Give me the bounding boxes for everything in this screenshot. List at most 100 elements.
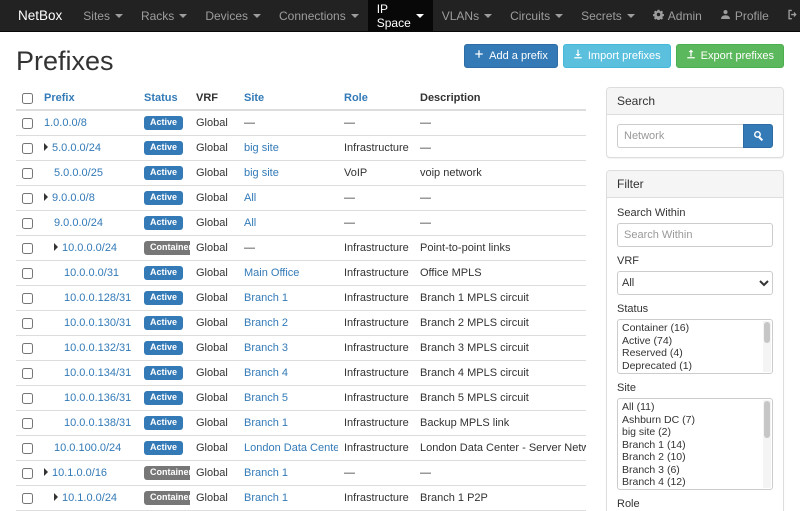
row-checkbox[interactable] — [22, 268, 33, 279]
scrollbar[interactable] — [763, 400, 771, 488]
prefix-link[interactable]: 10.0.100.0/24 — [54, 442, 121, 454]
row-checkbox[interactable] — [22, 293, 33, 304]
nav-item-connections[interactable]: Connections — [270, 0, 368, 31]
site-link[interactable]: Branch 5 — [244, 392, 288, 404]
row-checkbox[interactable] — [22, 493, 33, 504]
nav-item-label: Racks — [141, 9, 174, 23]
prefix-link[interactable]: 10.0.0.0/31 — [64, 267, 119, 279]
site-link[interactable]: Branch 1 — [244, 417, 288, 429]
row-checkbox[interactable] — [22, 368, 33, 379]
prefix-link[interactable]: 10.0.0.128/31 — [64, 292, 131, 304]
row-checkbox[interactable] — [22, 443, 33, 454]
search-input[interactable] — [617, 124, 743, 148]
vrf-select[interactable]: All — [617, 271, 773, 295]
site-link[interactable]: big site — [244, 142, 279, 154]
role-cell: Infrastructure — [338, 286, 414, 311]
row-checkbox[interactable] — [22, 193, 33, 204]
prefix-link[interactable]: 5.0.0.0/24 — [52, 142, 101, 154]
prefix-link[interactable]: 10.1.0.0/16 — [52, 467, 107, 479]
site-link[interactable]: Main Office — [244, 267, 299, 279]
row-checkbox[interactable] — [22, 468, 33, 479]
status-badge: Active — [144, 191, 183, 205]
site-link[interactable]: Branch 4 — [244, 367, 288, 379]
column-header-site[interactable]: Site — [238, 87, 338, 110]
filter-option[interactable]: Branch 5 (7) — [622, 489, 761, 491]
brand-logo[interactable]: NetBox — [6, 0, 74, 31]
search-button[interactable] — [743, 124, 773, 148]
column-header-prefix[interactable]: Prefix — [38, 87, 138, 110]
prefix-link[interactable]: 9.0.0.0/24 — [54, 217, 103, 229]
filter-option[interactable]: Deprecated (1) — [622, 360, 761, 373]
row-checkbox[interactable] — [22, 118, 33, 129]
prefix-link[interactable]: 10.0.0.136/31 — [64, 392, 131, 404]
prefix-link[interactable]: 10.1.0.0/24 — [62, 492, 117, 504]
prefix-link[interactable]: 1.0.0.0/8 — [44, 117, 87, 129]
row-checkbox[interactable] — [22, 418, 33, 429]
site-link[interactable]: London Data Center — [244, 442, 338, 454]
filter-option[interactable]: Branch 4 (12) — [622, 476, 761, 489]
row-checkbox[interactable] — [22, 343, 33, 354]
row-checkbox[interactable] — [22, 143, 33, 154]
filter-option[interactable]: Active (74) — [622, 335, 761, 348]
row-checkbox[interactable] — [22, 318, 33, 329]
nav-item-admin[interactable]: Admin — [644, 0, 711, 31]
nav-item-secrets[interactable]: Secrets — [572, 0, 644, 31]
nav-item-profile[interactable]: Profile — [711, 0, 778, 31]
filter-option[interactable]: big site (2) — [622, 426, 761, 439]
prefix-link[interactable]: 10.0.0.0/24 — [62, 242, 117, 254]
site-link[interactable]: Branch 1 — [244, 467, 288, 479]
scrollbar[interactable] — [763, 321, 771, 372]
vrf-cell: Global — [190, 386, 238, 411]
filter-option[interactable]: Branch 2 (10) — [622, 451, 761, 464]
nav-item-circuits[interactable]: Circuits — [501, 0, 572, 31]
prefix-link[interactable]: 5.0.0.0/25 — [54, 167, 103, 179]
caret-right-icon — [54, 493, 58, 501]
site-link[interactable]: Branch 1 — [244, 292, 288, 304]
description-cell: — — [414, 211, 586, 236]
search-within-input[interactable] — [617, 223, 773, 247]
nav-item-sites[interactable]: Sites — [74, 0, 132, 31]
nav-item-log-out[interactable]: Log out — [778, 0, 800, 31]
site-link[interactable]: All — [244, 192, 256, 204]
import-prefixes-button[interactable]: Import prefixes — [563, 44, 671, 68]
nav-item-devices[interactable]: Devices — [196, 0, 270, 31]
prefix-link[interactable]: 10.0.0.134/31 — [64, 367, 131, 379]
site-link[interactable]: All — [244, 217, 256, 229]
filter-option[interactable]: Container (16) — [622, 322, 761, 335]
filter-option[interactable]: Branch 1 (14) — [622, 439, 761, 452]
row-checkbox[interactable] — [22, 168, 33, 179]
row-checkbox[interactable] — [22, 243, 33, 254]
status-badge: Active — [144, 341, 183, 355]
row-checkbox[interactable] — [22, 218, 33, 229]
prefix-link[interactable]: 10.0.0.132/31 — [64, 342, 131, 354]
prefix-link[interactable]: 10.0.0.138/31 — [64, 417, 131, 429]
vrf-cell: Global — [190, 236, 238, 261]
status-badge: Active — [144, 416, 183, 430]
add-prefix-button[interactable]: Add a prefix — [464, 44, 558, 68]
site-link[interactable]: big site — [244, 167, 279, 179]
chevron-down-icon — [416, 14, 424, 18]
nav-item-ip-space[interactable]: IP Space — [368, 0, 433, 31]
site-link[interactable]: Branch 1 — [244, 492, 288, 504]
site-link[interactable]: Branch 3 — [244, 342, 288, 354]
export-prefixes-button[interactable]: Export prefixes — [676, 44, 784, 68]
row-checkbox[interactable] — [22, 393, 33, 404]
page-header: Prefixes Add a prefix Import prefixes Ex… — [16, 38, 784, 87]
prefix-link[interactable]: 10.0.0.130/31 — [64, 317, 131, 329]
filter-option[interactable]: All (11) — [622, 401, 761, 414]
vrf-cell: Global — [190, 186, 238, 211]
select-all-checkbox[interactable] — [22, 93, 33, 104]
column-header-status[interactable]: Status — [138, 87, 190, 110]
site-link[interactable]: Branch 2 — [244, 317, 288, 329]
filter-option[interactable]: Branch 3 (6) — [622, 464, 761, 477]
nav-item-vlans[interactable]: VLANs — [433, 0, 501, 31]
filter-option[interactable]: Ashburn DC (7) — [622, 414, 761, 427]
column-header-role[interactable]: Role — [338, 87, 414, 110]
prefix-link[interactable]: 9.0.0.0/8 — [52, 192, 95, 204]
nav-item-racks[interactable]: Racks — [132, 0, 196, 31]
filter-option[interactable]: Reserved (4) — [622, 347, 761, 360]
status-options[interactable]: Container (16)Active (74)Reserved (4)Dep… — [617, 319, 773, 374]
nav-item-label: Connections — [279, 9, 346, 23]
site-options[interactable]: All (11)Ashburn DC (7)big site (2)Branch… — [617, 398, 773, 490]
table-row: 10.1.0.0/16ContainerGlobalBranch 1—— — [16, 461, 586, 486]
